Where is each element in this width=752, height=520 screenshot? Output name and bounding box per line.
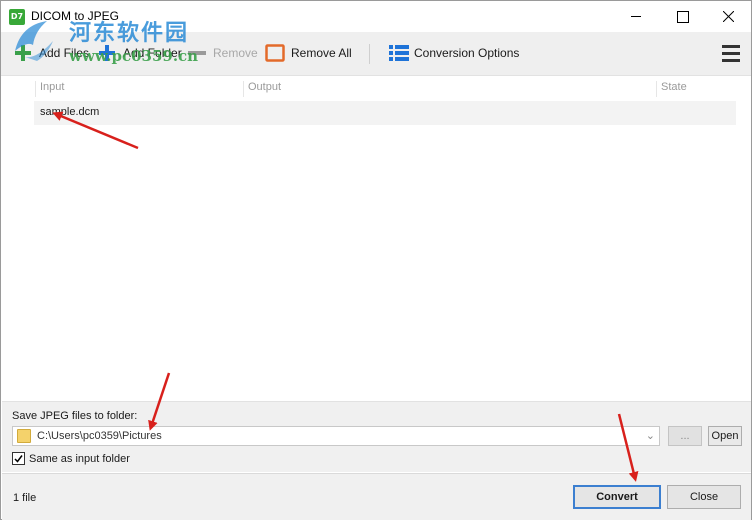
hamburger-icon[interactable] xyxy=(722,45,742,63)
save-folder-label: Save JPEG files to folder: xyxy=(12,410,138,422)
open-folder-button[interactable]: Open xyxy=(708,426,742,446)
list-item[interactable]: sample.dcm xyxy=(34,101,736,125)
checkbox-checked-icon[interactable] xyxy=(12,452,25,465)
remove-label: Remove xyxy=(213,46,258,60)
square-outline-icon xyxy=(265,43,285,63)
title-bar: D7 DICOM to JPEG xyxy=(1,1,751,32)
plus-icon xyxy=(13,43,33,63)
minus-icon xyxy=(187,43,207,63)
folder-icon xyxy=(17,429,31,443)
same-as-input-checkbox[interactable]: Same as input folder xyxy=(12,452,130,465)
conversion-options-label: Conversion Options xyxy=(414,46,520,60)
list-options-icon xyxy=(388,43,409,63)
column-header-output[interactable]: Output xyxy=(243,81,281,97)
list-item-input: sample.dcm xyxy=(40,106,100,118)
output-folder-path: C:\Users\pc0359\Pictures xyxy=(37,430,162,442)
same-as-input-label: Same as input folder xyxy=(29,452,130,465)
close-button[interactable]: Close xyxy=(667,485,741,509)
file-list[interactable]: Input Output State sample.dcm xyxy=(2,77,751,401)
remove-all-label: Remove All xyxy=(291,46,352,60)
browse-button[interactable]: ... xyxy=(668,426,702,446)
toolbar-separator xyxy=(369,44,370,64)
plus-icon xyxy=(97,43,117,63)
remove-all-button[interactable]: Remove All xyxy=(265,42,352,64)
close-icon xyxy=(723,11,734,22)
add-files-button[interactable]: Add Files xyxy=(13,42,89,64)
output-settings: Save JPEG files to folder: C:\Users\pc03… xyxy=(2,401,751,472)
list-header: Input Output State xyxy=(2,77,751,99)
column-header-input[interactable]: Input xyxy=(35,81,64,97)
minimize-button[interactable] xyxy=(613,1,659,32)
conversion-options-button[interactable]: Conversion Options xyxy=(388,42,519,64)
toolbar: Add Files Add Folder Remove Remove All C… xyxy=(1,32,751,76)
chevron-down-icon[interactable]: ⌄ xyxy=(646,429,655,442)
window-title: DICOM to JPEG xyxy=(31,9,120,23)
dicom-app-icon: D7 xyxy=(9,9,25,25)
add-files-label: Add Files xyxy=(39,46,90,60)
convert-button[interactable]: Convert xyxy=(573,485,661,509)
file-count: 1 file xyxy=(13,492,37,504)
column-header-state[interactable]: State xyxy=(656,81,687,97)
app-window: D7 DICOM to JPEG Add Files Add Folder Re… xyxy=(0,0,752,520)
add-folder-button[interactable]: Add Folder xyxy=(97,42,182,64)
add-folder-label: Add Folder xyxy=(123,46,182,60)
output-folder-combobox[interactable]: C:\Users\pc0359\Pictures ⌄ xyxy=(12,426,660,446)
remove-button[interactable]: Remove xyxy=(187,42,258,64)
maximize-button[interactable] xyxy=(659,1,705,32)
status-bar: 1 file Convert Close xyxy=(2,473,751,520)
close-window-button[interactable] xyxy=(705,1,751,32)
